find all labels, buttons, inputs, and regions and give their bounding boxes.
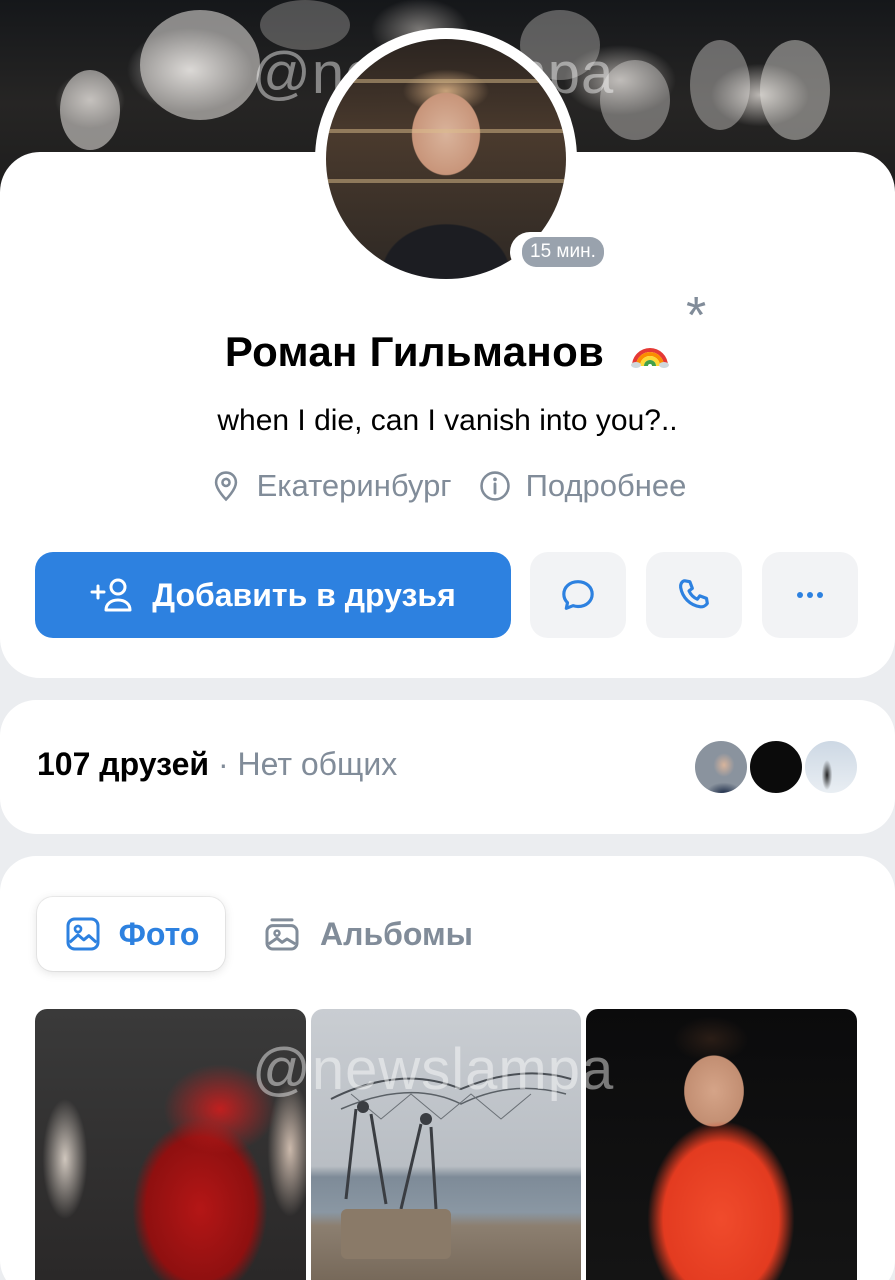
mutual-friends-text: · Нет общих (209, 746, 398, 782)
details-link[interactable]: Подробнее (478, 468, 687, 504)
tab-albums[interactable]: Альбомы (262, 897, 473, 971)
friends-count: 107 друзей (37, 746, 210, 782)
info-icon (479, 471, 510, 501)
watermark-bottom: @newslampa (252, 1037, 615, 1102)
profile-info-row: Екатеринбург Подробнее (0, 468, 895, 504)
details-text: Подробнее (525, 468, 687, 503)
last-seen-badge: 15 мин. (510, 232, 616, 272)
rainbow-icon (630, 330, 670, 368)
friend-avatar (747, 738, 805, 796)
friend-avatar (692, 738, 750, 796)
call-button[interactable] (646, 552, 742, 638)
albums-icon (265, 918, 299, 951)
photo-thumbnail[interactable] (586, 1009, 857, 1280)
phone-icon (678, 579, 709, 609)
city-item[interactable]: Екатеринбург (209, 468, 452, 504)
profile-actions: Добавить в друзья (0, 552, 895, 638)
friend-avatar (802, 738, 860, 796)
last-seen-text: 15 мин. (522, 237, 604, 267)
add-friend-label: Добавить в друзья (152, 576, 456, 613)
friends-summary: 107 друзей · Нет общих (37, 746, 397, 783)
star-icon[interactable]: * (686, 290, 706, 342)
friend-avatars[interactable] (692, 738, 862, 796)
profile-name: Роман Гильманов (224, 328, 605, 375)
location-pin-icon (214, 471, 237, 502)
message-icon (562, 580, 594, 610)
profile-name-row: Роман Гильманов (0, 328, 895, 376)
add-friend-button[interactable]: Добавить в друзья (35, 552, 511, 638)
add-user-icon (90, 578, 132, 612)
tab-photos-label: Фото (118, 915, 200, 952)
more-dots-icon (797, 592, 823, 598)
city-text: Екатеринбург (256, 468, 452, 503)
profile-status: when I die, can I vanish into you?.. (217, 404, 678, 437)
more-button[interactable] (762, 552, 858, 638)
photo-icon (66, 917, 100, 951)
tab-albums-label: Альбомы (320, 915, 473, 952)
message-button[interactable] (530, 552, 626, 638)
tab-photos[interactable]: Фото (37, 897, 225, 971)
